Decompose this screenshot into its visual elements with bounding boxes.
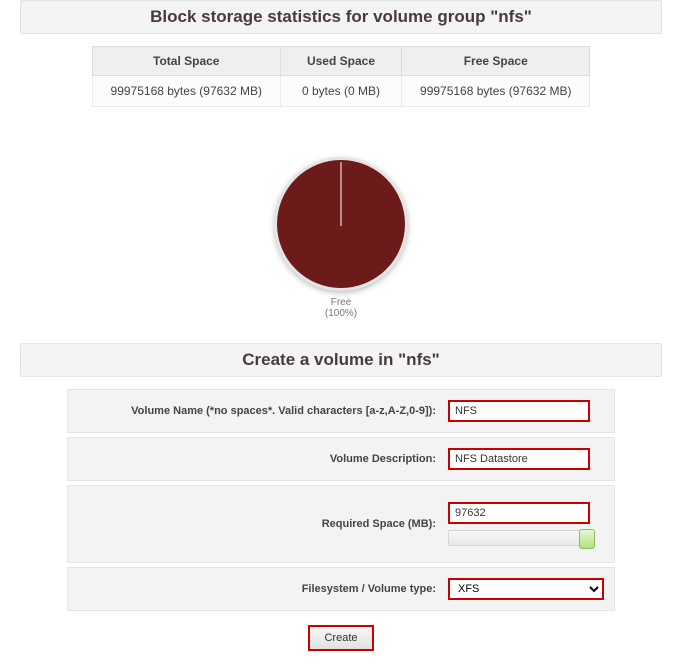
storage-pie-chart [274, 157, 408, 291]
pie-label: Free (100%) [0, 297, 682, 319]
stats-table: Total Space Used Space Free Space 999751… [0, 46, 682, 107]
label-volume-name: Volume Name (*no spaces*. Valid characte… [78, 405, 436, 417]
label-required-space: Required Space (MB): [78, 518, 436, 530]
row-fs-type: Filesystem / Volume type: XFS [67, 567, 615, 611]
create-button[interactable]: Create [308, 625, 373, 651]
label-fs-type: Filesystem / Volume type: [78, 583, 436, 595]
fs-type-select[interactable]: XFS [448, 578, 604, 600]
val-free: 99975168 bytes (97632 MB) [402, 76, 590, 107]
row-volume-name: Volume Name (*no spaces*. Valid characte… [67, 389, 615, 433]
col-used: Used Space [280, 47, 401, 76]
col-total: Total Space [92, 47, 280, 76]
required-space-input[interactable] [448, 502, 590, 524]
row-volume-description: Volume Description: [67, 437, 615, 481]
slider-handle-icon[interactable] [579, 529, 595, 549]
row-required-space: Required Space (MB): [67, 485, 615, 563]
create-heading: Create a volume in "nfs" [20, 343, 662, 377]
volume-description-input[interactable] [448, 448, 590, 470]
required-space-slider[interactable] [448, 530, 590, 546]
volume-name-input[interactable] [448, 400, 590, 422]
val-total: 99975168 bytes (97632 MB) [92, 76, 280, 107]
val-used: 0 bytes (0 MB) [280, 76, 401, 107]
col-free: Free Space [402, 47, 590, 76]
stats-heading: Block storage statistics for volume grou… [20, 0, 662, 34]
label-volume-description: Volume Description: [78, 453, 436, 465]
